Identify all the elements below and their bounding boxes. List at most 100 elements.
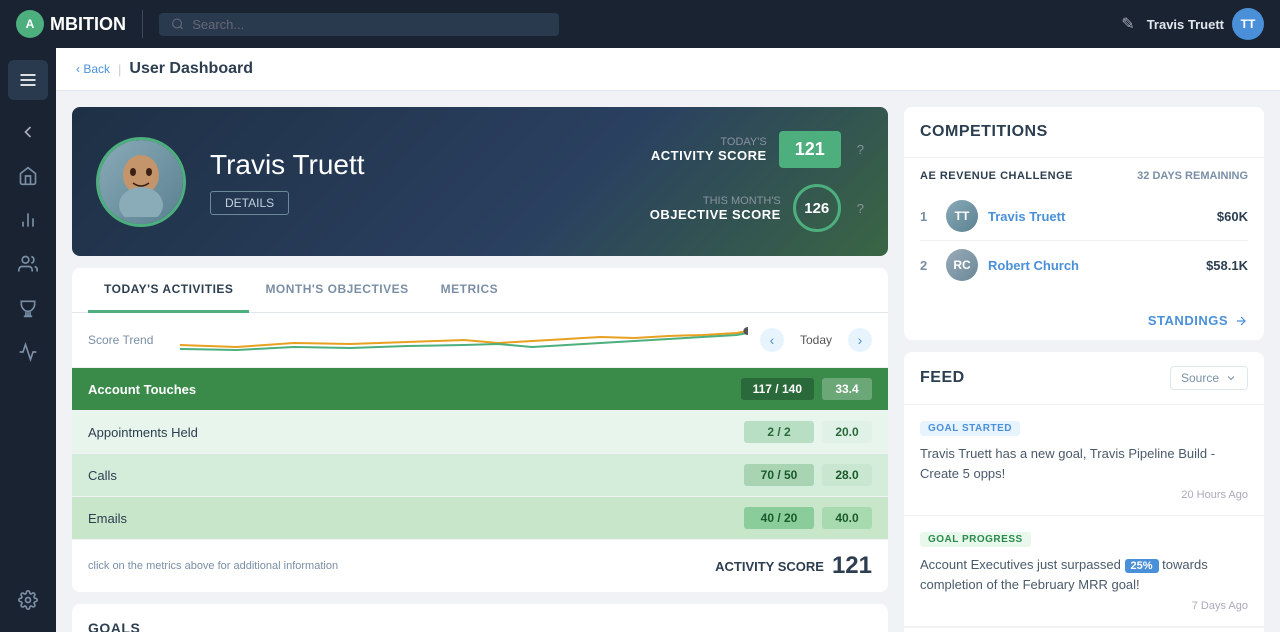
month-score-help[interactable]: ? [857, 201, 864, 216]
feed-badge-1: Goal Started [920, 421, 1020, 436]
month-score-circle: 126 [793, 184, 841, 232]
prev-day-button[interactable]: ‹ [760, 328, 784, 352]
activity-ratio-account-touches: 117 / 140 [741, 378, 814, 400]
avatar: TT [1232, 8, 1264, 40]
activity-name-account-touches: Account Touches [88, 382, 741, 397]
activity-score-account-touches: 33.4 [822, 378, 872, 400]
competition-name-row: AE Revenue Challenge 32 Days Remaining [920, 170, 1248, 182]
edit-icon[interactable]: ✎ [1121, 14, 1134, 34]
feed-time-2: 7 Days Ago [920, 600, 1248, 612]
search-input[interactable] [192, 17, 547, 32]
competition-rank-2: 2 [920, 258, 936, 273]
content-area: Travis Truett DETAILS Today's Activity S… [56, 91, 1280, 632]
activity-row-calls[interactable]: Calls 70 / 50 28.0 [72, 454, 888, 497]
standings-link[interactable]: Standings [904, 301, 1264, 340]
search-box[interactable] [159, 13, 559, 36]
competition-entry-2: 2 RC Robert Church $58.1K [920, 241, 1248, 289]
feed-item-2: Goal Progress Account Executives just su… [904, 516, 1264, 627]
month-score-item: This Month's Objective Score 126 ? [650, 184, 864, 232]
activity-ratio-calls: 70 / 50 [744, 464, 814, 486]
competition-user-2[interactable]: Robert Church [988, 258, 1196, 273]
sidebar-item-settings[interactable] [8, 580, 48, 620]
activity-name-emails: Emails [88, 511, 744, 526]
trend-today-label: Today [792, 333, 840, 347]
today-score-help[interactable]: ? [857, 142, 864, 157]
goals-title: Goals [88, 620, 872, 632]
logo-icon: A [16, 10, 44, 38]
profile-info: Travis Truett DETAILS [210, 149, 626, 215]
today-score-label: Today's Activity Score [651, 136, 767, 163]
footer-score: Activity Score 121 [715, 552, 872, 580]
main-layout: ‹ Back | User Dashboard [0, 48, 1280, 632]
tab-months-objectives[interactable]: Month's Objectives [249, 268, 424, 313]
sidebar-item-users[interactable] [8, 244, 48, 284]
sidebar [0, 48, 56, 632]
menu-icon [18, 70, 38, 90]
activity-score-emails: 40.0 [822, 507, 872, 529]
activity-row-emails[interactable]: Emails 40 / 20 40.0 [72, 497, 888, 540]
profile-details-button[interactable]: DETAILS [210, 191, 289, 215]
search-icon [171, 17, 184, 31]
score-trend-chart [180, 325, 748, 355]
feed-highlight: 25% [1125, 559, 1159, 573]
competition-entry-1: 1 TT Travis Truett $60K [920, 192, 1248, 241]
activity-row-account-touches[interactable]: Account Touches 117 / 140 33.4 [72, 368, 888, 411]
sidebar-item-back[interactable] [8, 112, 48, 152]
user-menu[interactable]: Travis Truett TT [1147, 8, 1264, 40]
feed-badge-2: Goal Progress [920, 532, 1031, 547]
activities-footer: click on the metrics above for additiona… [72, 540, 888, 592]
competition-value-2: $58.1K [1206, 258, 1248, 273]
score-trend-row: Score Trend ‹ Today › [72, 313, 888, 368]
feed-text-2: Account Executives just surpassed 25% to… [920, 555, 1248, 594]
breadcrumb-bar: ‹ Back | User Dashboard [56, 48, 1280, 91]
feed-header: Feed Source [904, 352, 1264, 405]
breadcrumb-divider: | [118, 62, 121, 77]
competition-avatar-1: TT [946, 200, 978, 232]
sidebar-item-menu[interactable] [8, 60, 48, 100]
competition-user-1[interactable]: Travis Truett [988, 209, 1207, 224]
sidebar-item-activities[interactable] [8, 332, 48, 372]
standings-label: Standings [1148, 313, 1228, 328]
feed-source-select[interactable]: Source [1170, 366, 1248, 390]
feed-text-before: Account Executives just surpassed [920, 557, 1121, 572]
tab-today-activities[interactable]: Today's Activities [88, 268, 249, 313]
sidebar-item-competitions[interactable] [8, 288, 48, 328]
page-title: User Dashboard [129, 60, 253, 78]
source-label: Source [1181, 371, 1219, 385]
breadcrumb-back[interactable]: ‹ Back [76, 62, 110, 76]
main-content: ‹ Back | User Dashboard [56, 48, 1280, 632]
tab-metrics[interactable]: Metrics [425, 268, 515, 313]
feed-title: Feed [920, 369, 965, 387]
left-panel: Travis Truett DETAILS Today's Activity S… [72, 107, 888, 632]
sidebar-item-analytics[interactable] [8, 200, 48, 240]
trophy-icon [18, 298, 38, 318]
activity-name-calls: Calls [88, 468, 744, 483]
profile-card: Travis Truett DETAILS Today's Activity S… [72, 107, 888, 256]
activity-row-appointments-held[interactable]: Appointments Held 2 / 2 20.0 [72, 411, 888, 454]
competition-avatar-2: RC [946, 249, 978, 281]
activity-score-calls: 28.0 [822, 464, 872, 486]
feed-time-1: 20 Hours Ago [920, 489, 1248, 501]
competition-item: AE Revenue Challenge 32 Days Remaining 1… [904, 158, 1264, 301]
footer-score-label: Activity Score [715, 559, 824, 574]
today-score-item: Today's Activity Score 121 ? [651, 131, 864, 168]
sidebar-item-home[interactable] [8, 156, 48, 196]
next-day-button[interactable]: › [848, 328, 872, 352]
chart-icon [18, 210, 38, 230]
nav-divider [142, 10, 143, 38]
trend-chart-svg [180, 325, 748, 355]
profile-scores: Today's Activity Score 121 ? This Month'… [650, 131, 864, 232]
profile-avatar [96, 137, 186, 227]
activities-card: Today's Activities Month's Objectives Me… [72, 268, 888, 592]
today-score-badge: 121 [779, 131, 841, 168]
competition-remaining: 32 Days Remaining [1137, 170, 1248, 182]
activity-icon [18, 342, 38, 362]
app-logo[interactable]: A MBITION [16, 10, 126, 38]
feed-card: Feed Source Goal Started Travis Truett h… [904, 352, 1264, 632]
top-nav: A MBITION ✎ Travis Truett TT [0, 0, 1280, 48]
competition-rank-1: 1 [920, 209, 936, 224]
month-score-label: This Month's Objective Score [650, 195, 781, 222]
competitions-title: Competitions [920, 123, 1248, 141]
feed-footer: GET HELP [904, 627, 1264, 632]
arrow-right-icon [1234, 314, 1248, 328]
